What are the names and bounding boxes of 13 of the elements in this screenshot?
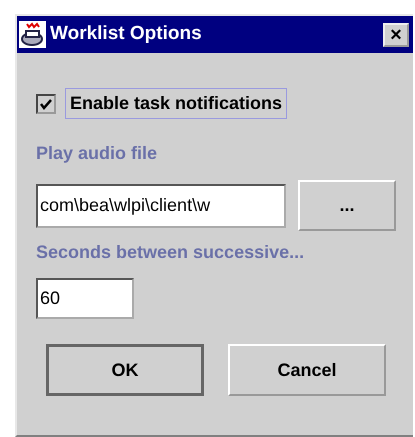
window-title: Worklist Options <box>50 22 203 46</box>
field-label: Seconds between successive... <box>36 241 306 264</box>
field-label: Play audio file <box>36 142 158 165</box>
check-icon <box>40 98 52 110</box>
browse-button[interactable]: ... <box>298 180 396 231</box>
app-icon <box>19 21 46 48</box>
seconds-field[interactable]: 60 <box>36 278 134 319</box>
audio-file-field[interactable]: com\bea\wlpi\client\w <box>36 184 286 228</box>
dialog-button[interactable]: OK <box>46 344 204 396</box>
checkbox[interactable] <box>36 94 56 114</box>
close-button[interactable]: × <box>383 22 409 46</box>
dialog-button[interactable]: Cancel <box>228 344 386 396</box>
checkbox-label[interactable]: Enable task notifications <box>65 88 288 119</box>
